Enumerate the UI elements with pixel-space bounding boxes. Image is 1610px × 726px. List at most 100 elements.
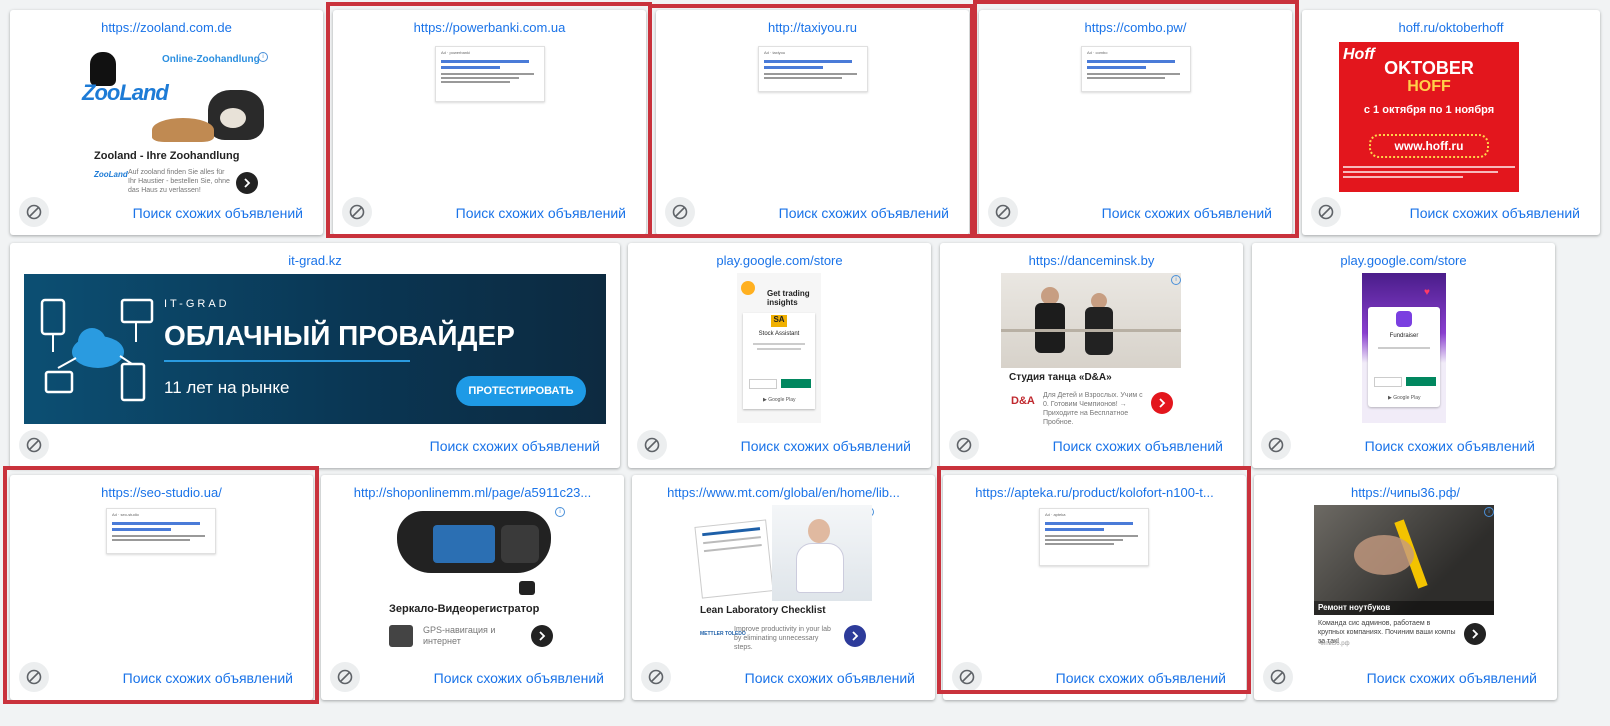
similar-ads-link[interactable]: Поиск схожих объявлений [1102,205,1272,221]
google-play-badge: ▶ Google Play [763,397,796,403]
ad-creative-zooland[interactable]: ZooLand Online-Zoohandlung i Zooland - I… [80,44,270,199]
ad-card-hoff: hoff.ru/oktoberhoff Hoff OKTOBER HOFF с … [1302,10,1600,235]
ad-creative-mirror[interactable]: i Зеркало-Видеорегистратор GPS-навигация… [387,505,567,655]
ad-url[interactable]: hoff.ru/oktoberhoff [1314,20,1588,35]
ad-title[interactable]: Зеркало-Видеорегистратор [389,603,539,615]
adchoices-icon[interactable]: i [555,507,565,517]
text-ad-thumbnail[interactable]: Ad · combo [1081,46,1191,92]
hoff-dates: с 1 октября по 1 ноября [1363,104,1495,116]
text-ad-thumbnail[interactable]: Ad · apteka [1039,508,1149,566]
hoff-fine-print [1343,166,1515,178]
hoff-site: www.hoff.ru [1369,134,1489,158]
ad-url[interactable]: http://shoponlinemm.ml/page/a5911c23... [333,485,612,500]
ad-url[interactable]: https://combo.pw/ [991,20,1280,35]
ad-description: Improve productivity in your lab by elim… [734,626,831,651]
ad-card-shoponlinemm: http://shoponlinemm.ml/page/a5911c23... … [321,475,624,700]
similar-ads-link[interactable]: Поиск схожих объявлений [1053,438,1223,454]
ad-card-playstore-2: play.google.com/store ♥ Fundraiser ▶ Goo… [1252,243,1555,468]
block-icon[interactable] [988,197,1018,227]
ad-creative-trading-app[interactable]: Get trading insights SA Stock Assistant … [737,273,821,423]
itgrad-headline: ОБЛАЧНЫЙ ПРОВАЙДЕР [164,320,515,351]
similar-ads-link[interactable]: Поиск схожих объявлений [1365,438,1535,454]
block-icon[interactable] [19,662,49,692]
ad-source: Чипы36.рф [1318,641,1350,647]
ad-url[interactable]: play.google.com/store [1264,253,1543,268]
ad-creative-lean-lab[interactable]: i Lean Laboratory Checklist METTLER TOLE… [694,505,876,655]
ad-arrow-button[interactable] [1464,623,1486,645]
similar-ads-link[interactable]: Поиск схожих объявлений [1367,670,1537,686]
heart-icon: ♥ [1424,287,1430,298]
zooland-logo: ZooLand [82,52,169,112]
dance-logo: D&A [1011,395,1035,407]
itgrad-subline: 11 лет на рынке [164,378,290,397]
ad-arrow-button[interactable] [844,625,866,647]
ad-card-combo: https://combo.pw/ Ad · combo Поиск схожи… [979,10,1292,235]
block-icon[interactable] [342,197,372,227]
ad-creative-dance[interactable]: i Студия танца «D&A» D&A Для Детей и Взр… [1001,273,1183,426]
similar-ads-link[interactable]: Поиск схожих объявлений [779,205,949,221]
ad-url[interactable]: https://danceminsk.by [952,253,1231,268]
ad-creative-hoff[interactable]: Hoff OKTOBER HOFF с 1 октября по 1 ноябр… [1339,42,1519,192]
similar-ads-link[interactable]: Поиск схожих объявлений [745,670,915,686]
ad-arrow-button[interactable] [1151,392,1173,414]
stock-assistant-logo: SA [771,315,787,327]
zooland-small-logo: ZooLand [94,170,128,179]
itgrad-cta-button[interactable]: ПРОТЕСТИРОВАТЬ [456,376,586,406]
adchoices-icon[interactable]: i [1171,275,1181,285]
ad-title[interactable]: Студия танца «D&A» [1009,372,1112,383]
block-icon[interactable] [1311,197,1341,227]
app-card: Fundraiser ▶ Google Play [1368,307,1440,407]
block-icon[interactable] [1263,662,1293,692]
ad-url[interactable]: play.google.com/store [640,253,919,268]
block-icon[interactable] [665,197,695,227]
ad-url[interactable]: https://apteka.ru/product/kolofort-n100-… [955,485,1234,500]
adchoices-icon[interactable]: i [1484,507,1494,517]
ad-url[interactable]: https://powerbanki.com.ua [345,20,634,35]
ad-creative-fundraiser-app[interactable]: ♥ Fundraiser ▶ Google Play [1362,273,1446,423]
similar-ads-link[interactable]: Поиск схожих объявлений [133,205,303,221]
block-icon[interactable] [637,430,667,460]
text-ad-thumbnail[interactable]: Ad · powerbanki [435,46,545,102]
ad-url[interactable]: https://seo-studio.ua/ [22,485,301,500]
similar-ads-link[interactable]: Поиск схожих объявлений [434,670,604,686]
ad-card-taxiyou: http://taxiyou.ru Ad · taxiyou Поиск схо… [656,10,969,235]
ad-description: Auf zooland finden Sie alles für Ihr Hau… [128,169,230,194]
block-icon[interactable] [330,662,360,692]
zooland-online-text: Online-Zoohandlung [162,54,260,65]
similar-ads-link[interactable]: Поиск схожих объявлений [1056,670,1226,686]
ad-creative-itgrad[interactable]: IT-GRAD ОБЛАЧНЫЙ ПРОВАЙДЕР 11 лет на рын… [24,274,606,424]
ad-arrow-button[interactable] [531,625,553,647]
ad-url[interactable]: http://taxiyou.ru [668,20,957,35]
ad-card-zooland: https://zooland.com.de ZooLand Online-Zo… [10,10,323,235]
similar-ads-link[interactable]: Поиск схожих объявлений [1410,205,1580,221]
ad-url[interactable]: https://чипы36.рф/ [1266,485,1545,500]
block-icon[interactable] [19,430,49,460]
similar-ads-link[interactable]: Поиск схожих объявлений [741,438,911,454]
ad-title[interactable]: Lean Laboratory Checklist [700,605,826,616]
pets-image [148,90,266,146]
ad-url[interactable]: it-grad.kz [22,253,608,268]
lightbulb-icon [741,281,755,295]
ad-creative-chips[interactable]: i Ремонт ноутбуков Команда сис админов, … [1314,505,1496,655]
install-button[interactable] [781,379,811,388]
ad-arrow-button[interactable] [236,172,258,194]
text-ad-thumbnail[interactable]: Ad · seo-studio [106,508,216,554]
block-icon[interactable] [641,662,671,692]
hoff-headline-1: OKTOBER [1384,58,1474,78]
mirror-thumb [389,625,413,647]
ad-url[interactable]: https://zooland.com.de [22,20,311,35]
camera-image [519,581,535,595]
text-ad-thumbnail[interactable]: Ad · taxiyou [758,46,868,92]
ad-url[interactable]: https://www.mt.com/global/en/home/lib... [644,485,923,500]
install-button[interactable] [1406,377,1436,386]
ad-title[interactable]: Zooland - Ihre Zoohandlung [94,150,239,162]
similar-ads-link[interactable]: Поиск схожих объявлений [123,670,293,686]
adchoices-icon[interactable]: i [258,52,268,62]
block-icon[interactable] [19,197,49,227]
ad-card-seostudio: https://seo-studio.ua/ Ad · seo-studio П… [10,475,313,700]
similar-ads-link[interactable]: Поиск схожих объявлений [456,205,626,221]
similar-ads-link[interactable]: Поиск схожих объявлений [430,438,600,454]
block-icon[interactable] [1261,430,1291,460]
block-icon[interactable] [949,430,979,460]
block-icon[interactable] [952,662,982,692]
